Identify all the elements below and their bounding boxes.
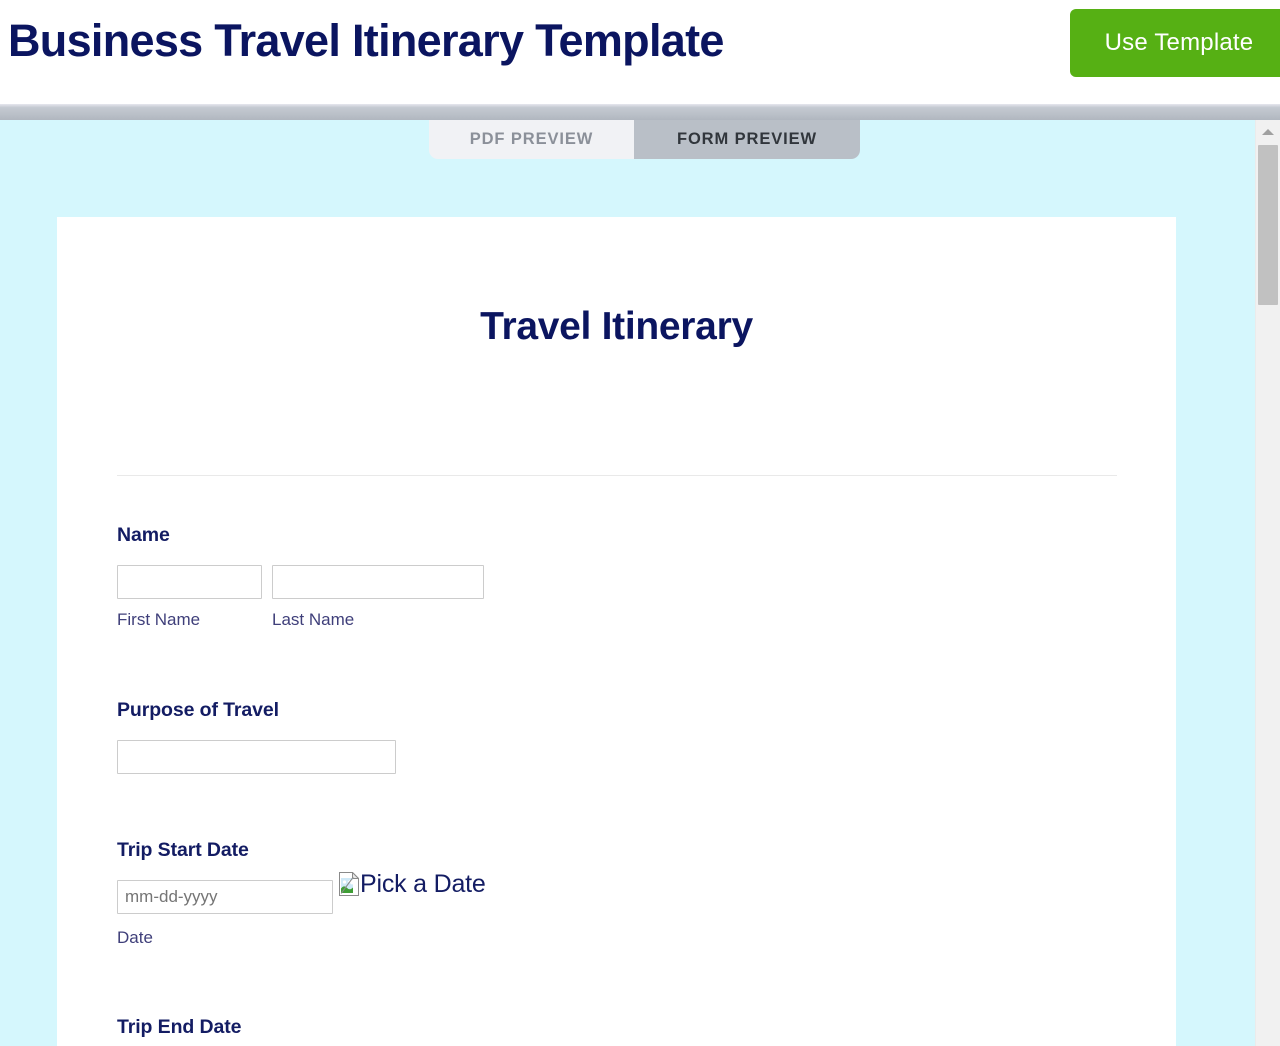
trip-start-date-input[interactable]	[117, 880, 333, 914]
field-name-sublabels: First Name Last Name	[117, 610, 354, 632]
field-name-inputs	[117, 565, 484, 599]
last-name-sublabel: Last Name	[272, 610, 355, 629]
field-trip-end-date-label: Trip End Date	[117, 1016, 242, 1038]
purpose-of-travel-input[interactable]	[117, 740, 396, 774]
field-name: Name First Name Last Name	[117, 524, 484, 632]
tab-pdf-preview[interactable]: PDF PREVIEW	[429, 120, 634, 159]
field-trip-end-date: Trip End Date	[117, 1016, 241, 1046]
field-purpose-of-travel: Purpose of Travel	[117, 699, 396, 774]
field-name-label: Name	[117, 524, 170, 546]
tab-form-preview[interactable]: FORM PREVIEW	[634, 120, 860, 159]
last-name-input[interactable]	[272, 565, 484, 599]
scroll-up-arrow-icon[interactable]	[1256, 120, 1280, 142]
app-header: Business Travel Itinerary Template Use T…	[0, 0, 1280, 105]
preview-tab-strip: PDF PREVIEW FORM PREVIEW	[429, 120, 860, 159]
scrollbar-thumb[interactable]	[1258, 145, 1278, 305]
first-name-sublabel: First Name	[117, 610, 201, 629]
trip-start-date-sublabel: Date	[117, 928, 153, 947]
first-name-input[interactable]	[117, 565, 262, 599]
field-trip-start-date: Trip Start Date mm-dd-yyyy Pick a Date D…	[117, 839, 486, 948]
form-card: Travel Itinerary Name First Name Last Na…	[57, 217, 1176, 1046]
page-title: Business Travel Itinerary Template	[8, 15, 724, 66]
scrollbar-vertical[interactable]	[1255, 120, 1280, 1046]
form-divider	[117, 475, 1117, 476]
header-separator	[0, 104, 1280, 120]
trip-start-date-picker-button[interactable]: Pick a Date	[339, 870, 486, 898]
field-trip-start-date-label: Trip Start Date	[117, 839, 249, 861]
preview-viewport: PDF PREVIEW FORM PREVIEW Travel Itinerar…	[0, 120, 1280, 1046]
field-purpose-of-travel-label: Purpose of Travel	[117, 699, 279, 721]
trip-start-date-picker-label: Pick a Date	[360, 870, 486, 898]
form-heading: Travel Itinerary	[480, 305, 753, 348]
trip-start-date-row: Pick a Date	[117, 870, 486, 918]
use-template-button[interactable]: Use Template	[1070, 9, 1280, 77]
broken-image-icon	[339, 871, 360, 896]
